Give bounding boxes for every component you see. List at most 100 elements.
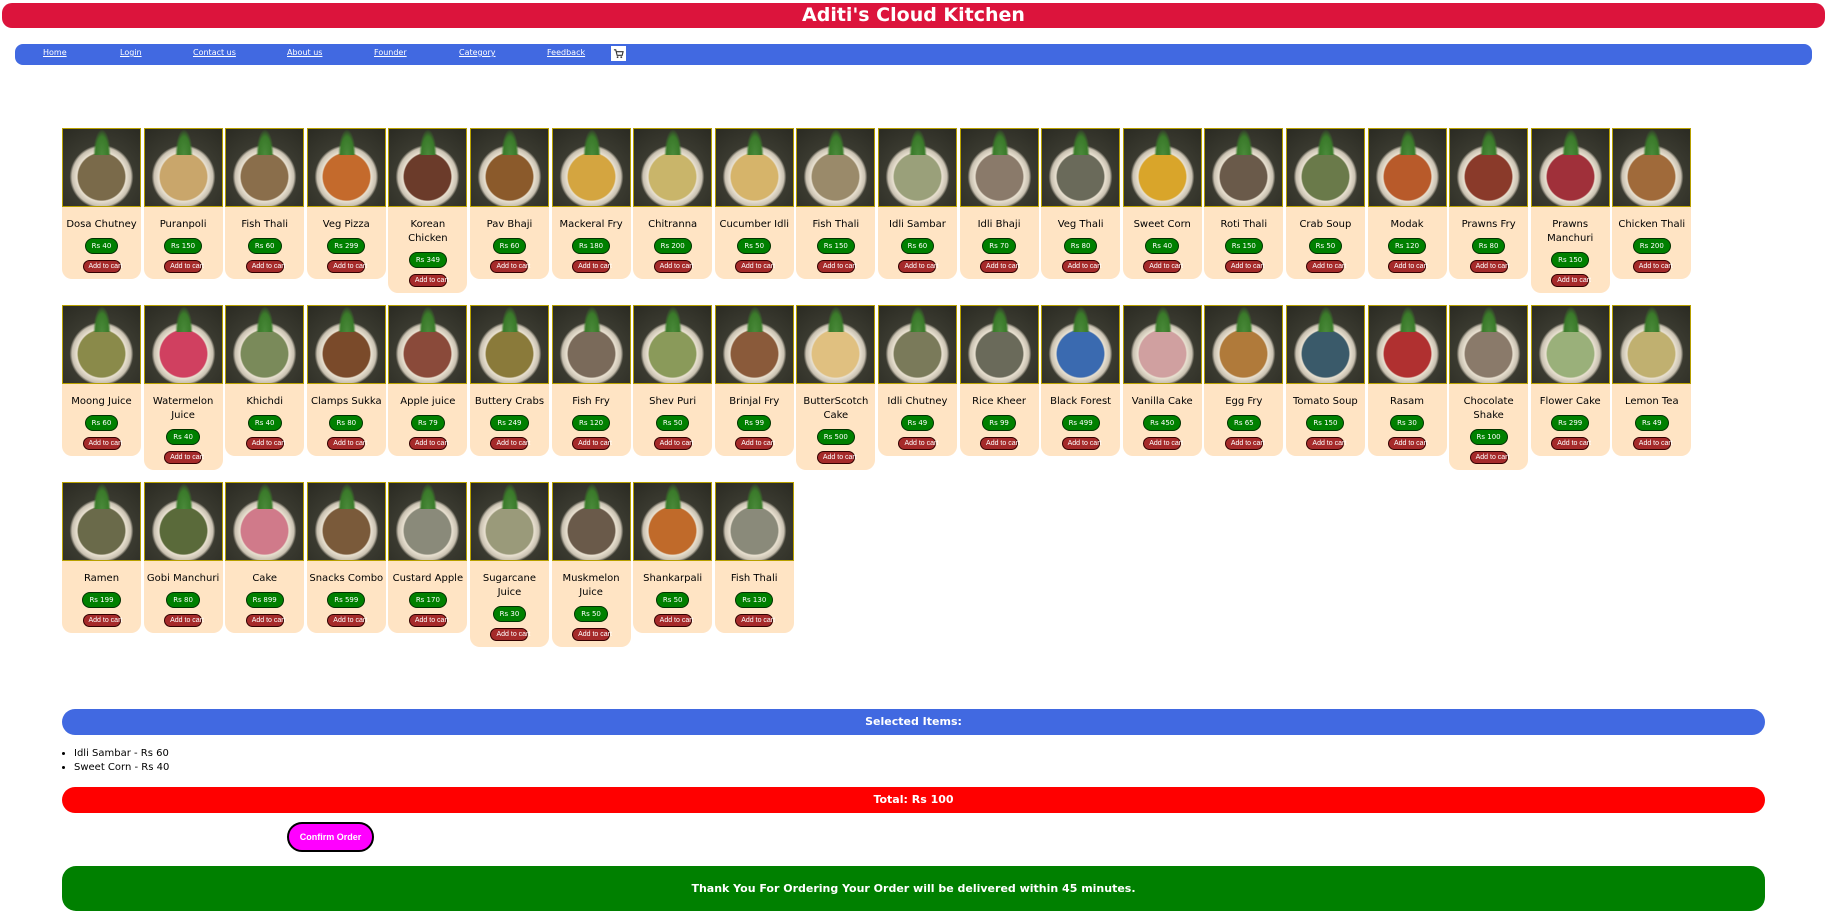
add-to-cart-button[interactable]: Add to cart (490, 437, 530, 450)
food-card: Khichdi Rs 40 Add to cart (225, 305, 305, 456)
add-to-cart-button[interactable]: Add to cart (82, 260, 122, 273)
cart-icon[interactable] (611, 46, 626, 61)
plant-decoration (1072, 306, 1091, 332)
price-badge: Rs 60 (84, 415, 119, 431)
food-card: Ramen Rs 199 Add to cart (62, 482, 141, 633)
confirm-order-button[interactable]: Confirm Order (287, 822, 374, 852)
add-to-cart-button[interactable]: Add to cart (816, 451, 857, 464)
food-image (62, 128, 141, 207)
nav-login[interactable]: Login (120, 48, 142, 57)
food-name: Chitranna (648, 219, 698, 230)
add-to-cart-button[interactable]: Add to cart (1306, 437, 1346, 450)
price-badge: Rs 299 (327, 238, 366, 254)
add-to-cart-button[interactable]: Add to cart (1469, 260, 1509, 273)
add-to-cart-button[interactable]: Add to cart (164, 451, 204, 464)
add-to-cart-button[interactable]: Add to cart (735, 614, 775, 627)
add-to-cart-button[interactable]: Add to cart (980, 260, 1020, 273)
add-to-cart-button[interactable]: Add to cart (572, 628, 612, 641)
food-image (306, 305, 386, 384)
price-badge: Rs 70 (982, 238, 1016, 254)
nav-home[interactable]: Home (43, 48, 67, 57)
add-to-cart-button[interactable]: Add to cart (245, 614, 286, 627)
price-badge: Rs 49 (1634, 415, 1669, 431)
add-to-cart-button[interactable]: Add to cart (1551, 437, 1591, 450)
plant-decoration (908, 306, 927, 332)
add-to-cart-button[interactable]: Add to cart (1143, 437, 1183, 450)
add-to-cart-button[interactable]: Add to cart (1388, 437, 1428, 450)
food-card: Fish Thali Rs 150 Add to cart (796, 128, 876, 279)
food-card: Muskmelon Juice Rs 50 Add to cart (551, 482, 631, 647)
add-to-cart-button[interactable]: Add to cart (1224, 260, 1265, 273)
add-to-cart-button[interactable]: Add to cart (735, 260, 775, 273)
add-to-cart-button[interactable]: Add to cart (572, 260, 612, 273)
add-to-cart-button[interactable]: Add to cart (898, 260, 938, 273)
add-to-cart-button[interactable]: Add to cart (408, 614, 449, 627)
add-to-cart-button[interactable]: Add to cart (82, 437, 122, 450)
plant-decoration (745, 306, 764, 332)
add-to-cart-button[interactable]: Add to cart (1551, 274, 1591, 287)
add-to-cart-button[interactable]: Add to cart (164, 614, 204, 627)
food-image (1204, 128, 1284, 207)
add-to-cart-button[interactable]: Add to cart (572, 437, 612, 450)
food-image (1041, 128, 1121, 207)
add-to-cart-button[interactable]: Add to cart (1632, 260, 1673, 273)
add-to-cart-button[interactable]: Add to cart (1061, 437, 1101, 450)
food-card: Clamps Sukka Rs 80 Add to cart (306, 305, 386, 456)
add-to-cart-button[interactable]: Add to cart (1143, 260, 1183, 273)
add-to-cart-button[interactable]: Add to cart (327, 260, 367, 273)
add-to-cart-button[interactable]: Add to cart (1224, 437, 1265, 450)
food-name: Muskmelon Juice (562, 573, 620, 598)
add-to-cart-button[interactable]: Add to cart (327, 437, 367, 450)
add-to-cart-button[interactable]: Add to cart (408, 274, 449, 287)
nav-contact[interactable]: Contact us (193, 48, 236, 57)
plant-decoration (93, 306, 111, 332)
price-badge: Rs 100 (1469, 429, 1508, 445)
add-to-cart-button[interactable]: Add to cart (1632, 437, 1673, 450)
add-to-cart-button[interactable]: Add to cart (164, 260, 204, 273)
plant-decoration (1561, 129, 1580, 155)
add-to-cart-button[interactable]: Add to cart (408, 437, 449, 450)
food-card: Pav Bhaji Rs 60 Add to cart (469, 128, 549, 279)
add-to-cart-button[interactable]: Add to cart (1388, 260, 1428, 273)
nav-about[interactable]: About us (287, 48, 322, 57)
nav-feedback[interactable]: Feedback (547, 48, 585, 57)
add-to-cart-button[interactable]: Add to cart (1306, 260, 1346, 273)
food-image (633, 482, 713, 561)
nav-category[interactable]: Category (459, 48, 496, 57)
add-to-cart-button[interactable]: Add to cart (327, 614, 367, 627)
add-to-cart-button[interactable]: Add to cart (245, 437, 286, 450)
nav-founder[interactable]: Founder (374, 48, 407, 57)
price-badge: Rs 150 (164, 238, 203, 254)
food-image (633, 128, 713, 207)
add-to-cart-button[interactable]: Add to cart (898, 437, 938, 450)
food-image (225, 305, 305, 384)
food-name: Sweet Corn (1133, 219, 1191, 230)
add-to-cart-button[interactable]: Add to cart (1469, 451, 1509, 464)
add-to-cart-button[interactable]: Add to cart (82, 614, 122, 627)
add-to-cart-button[interactable]: Add to cart (653, 260, 694, 273)
food-name: Crab Soup (1299, 219, 1352, 230)
add-to-cart-button[interactable]: Add to cart (490, 628, 530, 641)
price-badge: Rs 40 (84, 238, 119, 254)
add-to-cart-button[interactable]: Add to cart (816, 260, 857, 273)
food-card: Rice Kheer Rs 99 Add to cart (959, 305, 1039, 456)
price-badge: Rs 99 (982, 415, 1016, 431)
price-badge: Rs 60 (492, 238, 527, 254)
add-to-cart-button[interactable]: Add to cart (490, 260, 530, 273)
food-card: Vanilla Cake Rs 450 Add to cart (1122, 305, 1202, 456)
add-to-cart-button[interactable]: Add to cart (653, 614, 694, 627)
plant-decoration (1643, 306, 1662, 332)
add-to-cart-button[interactable]: Add to cart (980, 437, 1020, 450)
plant-decoration (93, 129, 111, 155)
food-name: Sugarcane Juice (482, 573, 537, 598)
add-to-cart-button[interactable]: Add to cart (735, 437, 775, 450)
add-to-cart-button[interactable]: Add to cart (653, 437, 694, 450)
price-badge: Rs 120 (572, 415, 611, 431)
add-to-cart-button[interactable]: Add to cart (245, 260, 286, 273)
food-name: ButterScotch Cake (803, 396, 869, 421)
plant-decoration (1235, 306, 1254, 332)
food-image (633, 305, 713, 384)
food-name: Vanilla Cake (1131, 396, 1193, 407)
add-to-cart-button[interactable]: Add to cart (1061, 260, 1101, 273)
food-image (225, 128, 305, 207)
